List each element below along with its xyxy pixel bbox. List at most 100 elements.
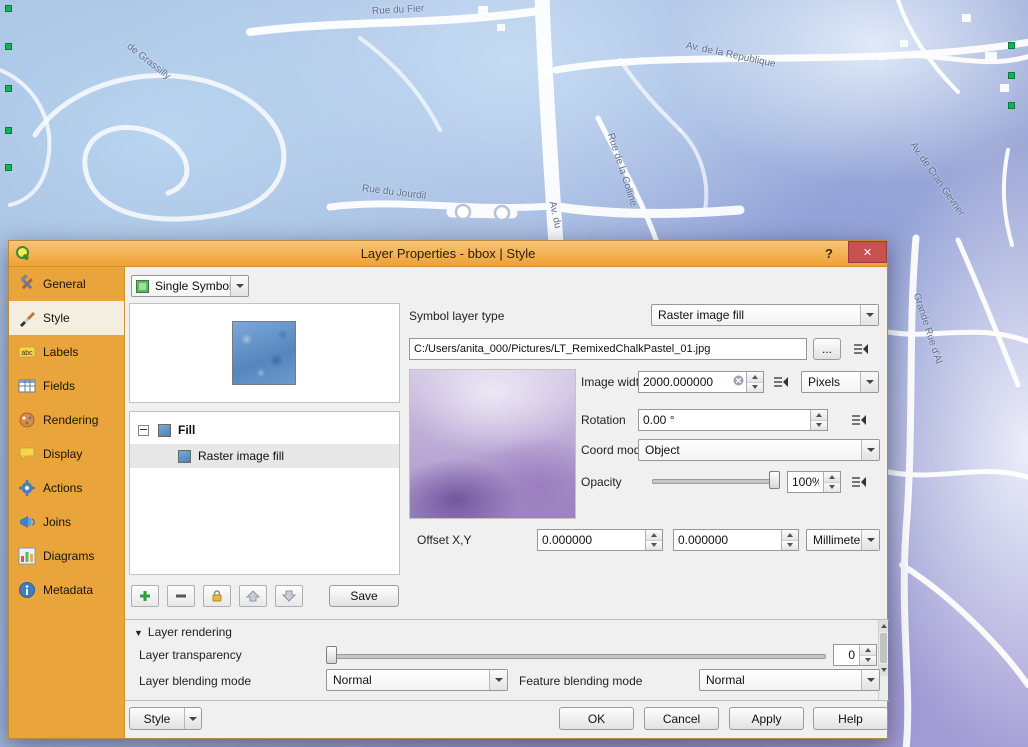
opacity-spinbox[interactable] [787,471,841,493]
opacity-slider-handle[interactable] [769,471,780,489]
sidebar-item-diagrams[interactable]: Diagrams [9,539,124,573]
data-defined-icon [853,342,869,356]
arrow-down-icon [282,590,296,602]
lock-color-button[interactable] [203,585,231,607]
coord-mode-select[interactable]: Object [638,439,880,461]
spin-up-icon[interactable] [646,530,662,541]
sidebar-item-display[interactable]: Display [9,437,124,471]
sidebar-item-joins[interactable]: Joins [9,505,124,539]
palette-icon [18,411,36,429]
close-button[interactable]: ✕ [848,241,887,263]
apply-button[interactable]: Apply [729,707,804,730]
offset-unit-select[interactable]: Millimeter [806,529,880,551]
layer-rendering-header[interactable]: Layer rendering [134,625,232,639]
sidebar-item-label: Rendering [43,413,98,427]
data-defined-override-button[interactable] [847,411,871,429]
spin-down-icon[interactable] [811,421,827,431]
scroll-down-icon[interactable] [879,664,888,676]
dropdown-arrow-icon [489,670,507,690]
blending-value: Normal [327,673,489,687]
renderer-select[interactable]: Single Symbol [131,275,249,297]
feature-blending-value: Normal [700,673,861,687]
data-defined-override-button[interactable] [847,473,871,491]
spin-up-icon[interactable] [860,645,876,656]
sidebar-item-actions[interactable]: Actions [9,471,124,505]
offset-x-spinbox[interactable] [537,529,663,551]
transparency-slider-handle[interactable] [326,646,337,664]
help-titlebar-button[interactable]: ? [819,244,839,264]
symbol-layer-type-select[interactable]: Raster image fill [651,304,879,326]
data-defined-override-button[interactable] [849,340,873,358]
data-defined-override-button[interactable] [769,373,793,391]
dialog-titlebar[interactable]: Layer Properties - bbox | Style ? ✕ [9,241,887,267]
sidebar-item-rendering[interactable]: Rendering [9,403,124,437]
sidebar-item-metadata[interactable]: Metadata [9,573,124,607]
spin-up-icon[interactable] [747,372,763,383]
sidebar-item-label: Display [43,447,82,461]
browse-file-button[interactable]: ... [813,338,841,360]
image-width-input[interactable] [639,372,733,392]
offset-x-input[interactable] [538,530,645,550]
spin-down-icon[interactable] [824,483,840,493]
layer-transparency-input[interactable] [834,645,859,665]
layer-rendering-title: Layer rendering [148,625,232,639]
tree-item-label: Raster image fill [198,449,284,463]
help-button[interactable]: Help [813,707,888,730]
raster-fill-symbol-icon [178,450,191,463]
layer-transparency-slider[interactable] [326,646,826,664]
collapse-expander-icon[interactable] [138,425,149,436]
paintbrush-icon [18,309,36,327]
offset-y-input[interactable] [674,530,781,550]
move-up-button[interactable] [239,585,267,607]
rotation-spinbox[interactable] [638,409,828,431]
save-symbol-button[interactable]: Save [329,585,399,607]
sidebar-item-labels[interactable]: abc Labels [9,335,124,369]
sidebar-item-label: Diagrams [43,549,94,563]
layer-transparency-label: Layer transparency [139,648,242,662]
spin-down-icon[interactable] [860,656,876,666]
renderer-select-value: Single Symbol [149,279,230,293]
spin-down-icon[interactable] [747,383,763,393]
remove-symbol-layer-button[interactable] [167,585,195,607]
offset-y-spinbox[interactable] [673,529,799,551]
sidebar-item-style[interactable]: Style [9,301,124,335]
clear-icon[interactable] [733,373,744,391]
spin-up-icon[interactable] [824,472,840,483]
ok-button[interactable]: OK [559,707,634,730]
data-defined-icon [773,375,789,389]
wrench-hammer-icon [18,275,36,293]
spin-up-icon[interactable] [811,410,827,421]
raster-image-preview [409,369,576,519]
layer-blending-label: Layer blending mode [139,674,251,688]
add-symbol-layer-button[interactable] [131,585,159,607]
sidebar-item-label: General [43,277,86,291]
image-width-unit-select[interactable]: Pixels [801,371,879,393]
feature-blending-select[interactable]: Normal [699,669,880,691]
sidebar-item-label: Joins [43,515,71,529]
dropdown-arrow-icon [184,708,201,729]
spin-down-icon[interactable] [646,541,662,551]
vertex-marker [5,127,12,134]
spin-up-icon[interactable] [782,530,798,541]
sidebar-item-fields[interactable]: Fields [9,369,124,403]
scroll-up-icon[interactable] [879,620,888,632]
opacity-input[interactable] [788,472,823,492]
image-path-input[interactable] [410,339,806,359]
style-menu-button[interactable]: Style [129,707,202,730]
move-down-button[interactable] [275,585,303,607]
tree-item-raster-image-fill[interactable]: Raster image fill [130,444,399,468]
tree-item-fill[interactable]: Fill [130,418,399,442]
sidebar-item-general[interactable]: General [9,267,124,301]
cancel-button[interactable]: Cancel [644,707,719,730]
symbol-layer-type-value: Raster image fill [652,308,860,322]
spin-down-icon[interactable] [782,541,798,551]
rotation-input[interactable] [639,410,810,430]
vertex-marker [5,5,12,12]
sidebar-item-label: Labels [43,345,78,359]
opacity-slider[interactable] [652,471,780,489]
image-width-spinbox[interactable] [638,371,764,393]
layer-blending-select[interactable]: Normal [326,669,508,691]
layer-transparency-spinbox[interactable] [833,644,877,666]
scrollbar-thumb[interactable] [880,633,887,663]
image-path-field[interactable] [409,338,807,360]
